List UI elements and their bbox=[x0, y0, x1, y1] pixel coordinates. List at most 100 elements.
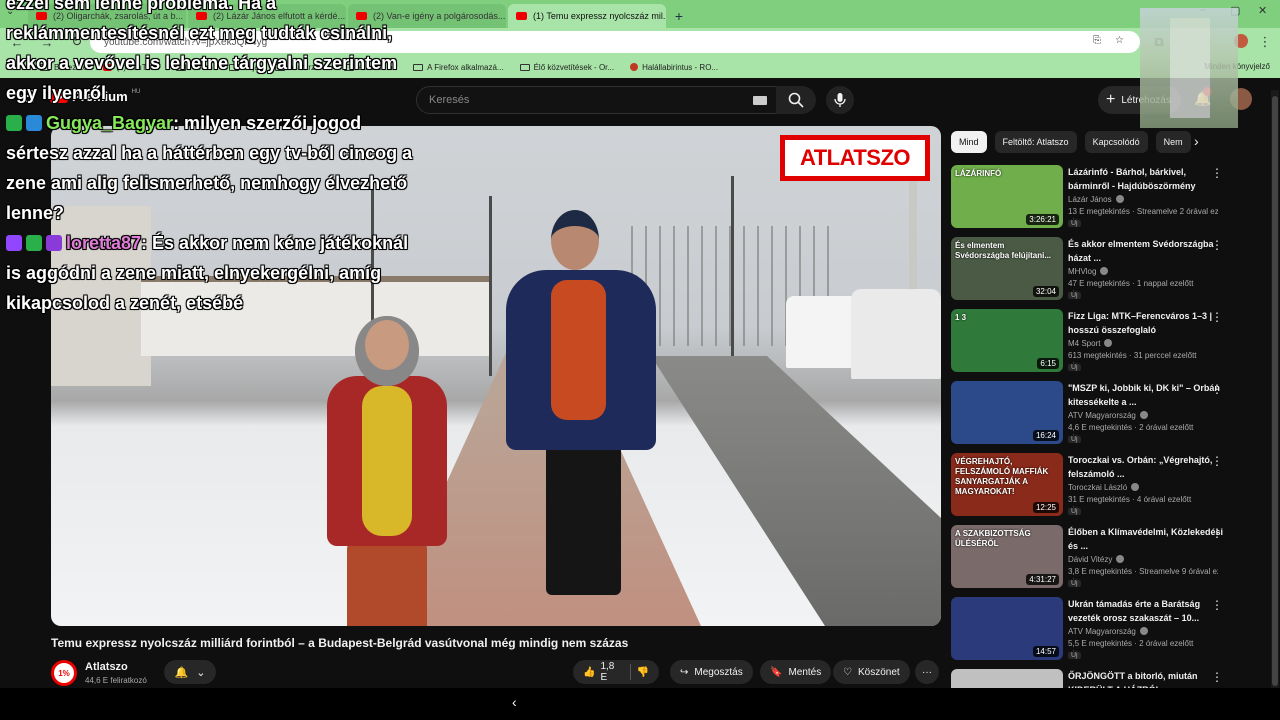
chip-all[interactable]: Mind bbox=[951, 131, 987, 153]
chat-badge-icon bbox=[26, 115, 42, 131]
recommendation-item[interactable]: VÉGREHAJTÓ, FELSZÁMOLÓ MAFFIÁK SANYARGAT… bbox=[951, 453, 1251, 519]
recommendation-item[interactable]: A SZAKBIZOTTSÁG ÜLÉSÉRŐL 4:31:27 Élőben a … bbox=[951, 525, 1251, 591]
channel-name[interactable]: Atlatszo bbox=[85, 661, 128, 673]
folder-icon bbox=[519, 63, 530, 71]
more-options-icon[interactable]: ⋮ bbox=[1211, 166, 1223, 180]
save-button[interactable]: 🔖 Mentés bbox=[760, 660, 832, 684]
bottom-bar bbox=[0, 688, 1280, 720]
bookmark-star-icon[interactable]: ☆ bbox=[1115, 35, 1124, 46]
more-options-icon[interactable]: ⋮ bbox=[1211, 670, 1223, 684]
search-placeholder: Keresés bbox=[429, 94, 470, 106]
new-tab-plus-icon[interactable]: + bbox=[668, 4, 690, 28]
window-close-icon[interactable]: ✕ bbox=[1258, 4, 1267, 17]
recommendation-title[interactable]: Fizz Liga: MTK–Ferencváros 1–3 | hosszú … bbox=[1068, 309, 1228, 337]
more-options-icon[interactable]: ⋮ bbox=[1211, 454, 1223, 468]
search-input[interactable]: Keresés bbox=[416, 86, 778, 114]
more-options-icon[interactable]: ⋮ bbox=[1211, 382, 1223, 396]
divider bbox=[629, 664, 631, 680]
recommendation-channel[interactable]: Toroczkai László bbox=[1068, 483, 1140, 492]
new-badge: Új bbox=[1068, 652, 1081, 659]
star-badge-icon bbox=[46, 235, 62, 251]
recommendation-item[interactable]: És elmentem Svédországba felújítani... 32… bbox=[951, 237, 1251, 303]
chip-more[interactable]: Nem bbox=[1155, 131, 1191, 153]
browser-menu-icon[interactable]: ⋮ bbox=[1256, 34, 1274, 50]
dislike-button[interactable]: 👎 bbox=[637, 667, 649, 678]
share-button[interactable]: ↪ Megosztás bbox=[670, 660, 753, 684]
recommendation-item[interactable]: 16:24 "MSZP ki, Jobbik ki, DK ki" – Orbán… bbox=[951, 381, 1251, 447]
chat-message: Gugya_Bagyar: milyen szerzői jogod sérte… bbox=[6, 108, 426, 228]
recommendation-title[interactable]: Lázárinfó - Bárhol, bárkivel, bárminről … bbox=[1068, 165, 1228, 193]
video-thumbnail[interactable]: A SZAKBIZOTTSÁG ÜLÉSÉRŐL 4:31:27 bbox=[951, 525, 1063, 588]
voice-search-button[interactable] bbox=[826, 86, 854, 114]
browser-tab-active[interactable]: (1) Temu expressz nyolcszáz mil...× bbox=[508, 4, 666, 28]
more-options-icon[interactable]: ⋮ bbox=[1211, 238, 1223, 252]
person-head bbox=[551, 210, 599, 270]
recommendation-title[interactable]: Toroczkai vs. Orbán: „Végrehajtó, felszá… bbox=[1068, 453, 1228, 481]
like-button[interactable]: 👍 1,8 E bbox=[583, 661, 624, 683]
video-thumbnail[interactable]: 14:57 bbox=[951, 597, 1063, 660]
verified-check-icon bbox=[1139, 411, 1148, 419]
video-person-right bbox=[506, 210, 656, 626]
recommendation-item[interactable]: 14:57 Ukrán támadás érte a Barátság vezet… bbox=[951, 597, 1251, 663]
more-dots-icon: ··· bbox=[922, 666, 932, 678]
bookmark-icon: 🔖 bbox=[770, 666, 783, 678]
recommendation-meta: 4,6 E megtekintés · 2 órával ezelőtt bbox=[1068, 423, 1194, 432]
chevron-left-icon[interactable]: ‹ bbox=[512, 694, 517, 710]
channel-avatar[interactable]: 1% bbox=[51, 660, 77, 686]
recommendation-channel[interactable]: M4 Sport bbox=[1068, 339, 1113, 348]
recommendation-title[interactable]: Élőben a Klímavédelmi, Közlekedési és ..… bbox=[1068, 525, 1228, 553]
verified-check-icon bbox=[1104, 339, 1113, 347]
recommendation-item[interactable]: LÁZÁRINFÓ 3:26:21 Lázárinfó - Bárhol, bárk… bbox=[951, 165, 1251, 231]
recommendation-title[interactable]: És akkor elmentem Svédországba házat ... bbox=[1068, 237, 1228, 265]
recommendation-item[interactable]: 1 3 6:15 Fizz Liga: MTK–Ferencváros 1–3 | … bbox=[951, 309, 1251, 375]
bookmark-item[interactable]: Halállabirintus - RO... bbox=[630, 63, 718, 72]
recommendation-channel[interactable]: Lázár János bbox=[1068, 195, 1124, 204]
channel-label: Dávid Vitézy bbox=[1068, 555, 1113, 564]
video-scene-lamppost bbox=[731, 176, 734, 356]
search-button[interactable] bbox=[776, 86, 816, 114]
keyboard-icon[interactable] bbox=[753, 96, 767, 105]
verified-check-icon bbox=[1131, 483, 1140, 491]
recommendation-channel[interactable]: ATV Magyarország bbox=[1068, 411, 1148, 420]
recommendation-channel[interactable]: ATV Magyarország bbox=[1068, 627, 1148, 636]
recommendation-meta: 47 E megtekintés · 1 nappal ezelőtt bbox=[1068, 279, 1194, 288]
kick-badge-icon bbox=[6, 115, 22, 131]
scrollbar-thumb[interactable] bbox=[1272, 96, 1278, 686]
url-actions: ⎘ ☆ bbox=[1093, 35, 1124, 46]
chip-related[interactable]: Kapcsolódó bbox=[1084, 131, 1148, 153]
thumbs-up-icon: 👍 bbox=[583, 666, 596, 678]
video-duration: 32:04 bbox=[1032, 286, 1059, 297]
install-app-icon[interactable]: ⎘ bbox=[1093, 35, 1101, 46]
video-thumbnail[interactable]: VÉGREHAJTÓ, FELSZÁMOLÓ MAFFIÁK SANYARGAT… bbox=[951, 453, 1063, 516]
video-thumbnail[interactable]: LÁZÁRINFÓ 3:26:21 bbox=[951, 165, 1063, 228]
channel-label: MHVlog bbox=[1068, 267, 1097, 276]
recommendation-title[interactable]: Ukrán támadás érte a Barátság vezeték or… bbox=[1068, 597, 1228, 625]
more-options-icon[interactable]: ⋮ bbox=[1211, 598, 1223, 612]
person-legs bbox=[546, 445, 621, 595]
video-thumbnail[interactable]: 1 3 6:15 bbox=[951, 309, 1063, 372]
thanks-button[interactable]: ♡ Köszönet bbox=[833, 660, 910, 684]
more-options-icon[interactable]: ⋮ bbox=[1211, 526, 1223, 540]
person-vest bbox=[551, 280, 606, 420]
bookmark-item[interactable]: Élő közvetítések - Or... bbox=[519, 63, 614, 72]
chevron-right-icon[interactable]: › bbox=[1194, 133, 1199, 149]
video-thumbnail[interactable]: 16:24 bbox=[951, 381, 1063, 444]
share-arrow-icon: ↪ bbox=[680, 666, 689, 678]
recommendation-meta: 13 E megtekintés · Streamelve 2 órával e… bbox=[1068, 207, 1218, 216]
more-options-icon[interactable]: ⋮ bbox=[1211, 310, 1223, 324]
bell-icon: 🔔 bbox=[174, 666, 189, 679]
video-thumbnail[interactable]: És elmentem Svédországba felújítani... 32… bbox=[951, 237, 1063, 300]
bookmark-label: Halállabirintus - RO... bbox=[642, 62, 719, 72]
more-actions-button[interactable]: ··· bbox=[915, 660, 939, 684]
video-scene-van bbox=[851, 289, 941, 379]
site-favicon-icon bbox=[630, 63, 639, 71]
thumbnail-caption: És elmentem Svédországba felújítani... bbox=[955, 241, 1052, 260]
video-duration: 12:25 bbox=[1032, 502, 1059, 513]
recommendation-channel[interactable]: MHVlog bbox=[1068, 267, 1109, 276]
recommendation-channel[interactable]: Dávid Vitézy bbox=[1068, 555, 1125, 564]
chip-from-uploader[interactable]: Feltöltő: Atlatszo bbox=[994, 131, 1077, 153]
bookmark-item[interactable]: A Firefox alkalmazá... bbox=[413, 63, 504, 72]
chat-message: ezzel sem lenne probléma. Ha a reklámmen… bbox=[6, 0, 426, 108]
subscribed-notifications-button[interactable]: 🔔 ⌄ bbox=[164, 660, 216, 684]
recommendation-title[interactable]: "MSZP ki, Jobbik ki, DK ki" – Orbán kite… bbox=[1068, 381, 1228, 409]
